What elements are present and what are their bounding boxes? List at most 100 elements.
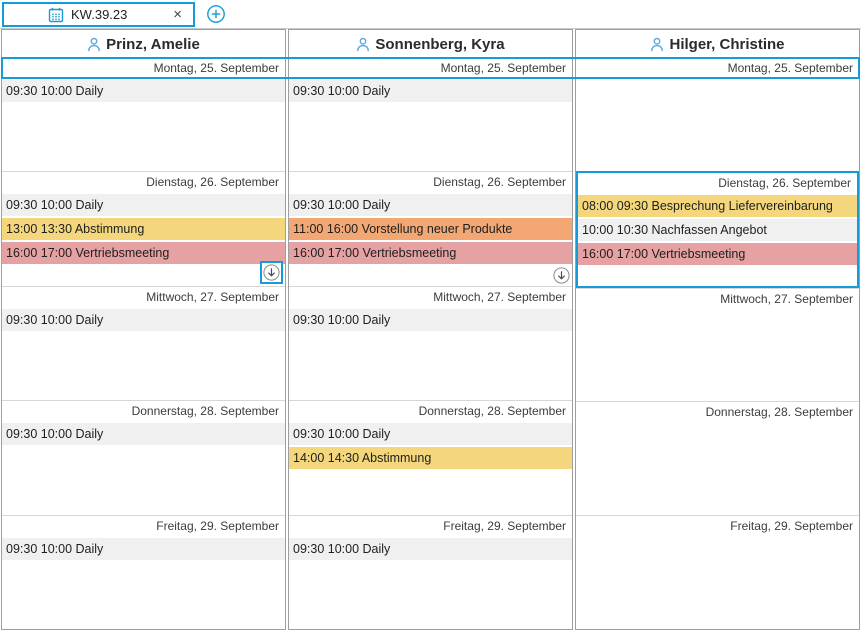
day-section[interactable]: Donnerstag, 28. September [576,401,859,515]
appointment[interactable]: 10:00 10:30 Nachfassen Angebot [578,219,857,241]
day-section[interactable]: Donnerstag, 28. September 09:30 10:00 Da… [289,400,572,514]
person-column: Sonnenberg, Kyra Montag, 25. September 0… [288,29,573,630]
add-tab-button[interactable] [206,4,226,24]
appointment[interactable]: 09:30 10:00 Daily [2,538,285,560]
day-header[interactable]: Mittwoch, 27. September [2,287,285,308]
appointment[interactable]: 09:30 10:00 Daily [289,194,572,216]
close-icon[interactable]: × [173,7,182,22]
person-column: Prinz, Amelie Montag, 25. September 09:3… [1,29,286,630]
event-list [576,310,859,311]
day-header[interactable]: Dienstag, 26. September [2,172,285,193]
day-section[interactable]: Mittwoch, 27. September [576,288,859,402]
person-name: Prinz, Amelie [106,36,200,53]
person-column-header[interactable]: Prinz, Amelie [2,30,285,58]
event-list: 09:30 10:00 Daily [289,308,572,331]
appointment[interactable]: 14:00 14:30 Abstimmung [289,447,572,469]
day-list: Montag, 25. September Dienstag, 26. Sept… [576,58,859,629]
overflow-button-wrap [553,267,570,284]
day-label: Montag, 25. September [441,61,566,75]
person-column: Hilger, Christine Montag, 25. September … [575,29,860,630]
day-section[interactable]: Mittwoch, 27. September 09:30 10:00 Dail… [289,286,572,400]
day-header[interactable]: Dienstag, 26. September [289,172,572,193]
day-header[interactable]: Mittwoch, 27. September [289,287,572,308]
appointment[interactable]: 09:30 10:00 Daily [289,309,572,331]
day-section[interactable]: Freitag, 29. September [576,515,859,629]
day-label: Mittwoch, 27. September [720,292,853,306]
day-header[interactable]: Mittwoch, 27. September [576,289,859,310]
day-section[interactable]: Freitag, 29. September 09:30 10:00 Daily [289,515,572,629]
day-section[interactable]: Montag, 25. September 09:30 10:00 Daily [2,58,285,171]
day-header[interactable]: Freitag, 29. September [2,516,285,537]
appointment[interactable]: 16:00 17:00 Vertriebsmeeting [578,243,857,265]
person-column-header[interactable]: Sonnenberg, Kyra [289,30,572,58]
event-list: 09:30 10:00 Daily 11:00 16:00 Vorstellun… [289,193,572,264]
day-label: Mittwoch, 27. September [146,290,279,304]
day-section[interactable]: Mittwoch, 27. September 09:30 10:00 Dail… [2,286,285,400]
day-header[interactable]: Donnerstag, 28. September [576,402,859,423]
day-section[interactable]: Montag, 25. September 09:30 10:00 Daily [289,58,572,171]
day-label: Mittwoch, 27. September [433,290,566,304]
person-name: Hilger, Christine [669,36,784,53]
appointment[interactable]: 09:30 10:00 Daily [2,423,285,445]
event-list: 08:00 09:30 Besprechung Liefervereinbaru… [578,194,857,265]
day-label: Freitag, 29. September [443,519,566,533]
day-header[interactable]: Freitag, 29. September [289,516,572,537]
person-column-header[interactable]: Hilger, Christine [576,30,859,58]
event-list [576,79,859,80]
day-label: Dienstag, 26. September [718,176,851,190]
day-section[interactable]: Freitag, 29. September 09:30 10:00 Daily [2,515,285,629]
person-icon [650,37,664,52]
day-label: Montag, 25. September [154,61,279,75]
day-section[interactable]: Dienstag, 26. September 08:00 09:30 Besp… [576,171,859,288]
day-list: Montag, 25. September 09:30 10:00 Daily … [289,58,572,629]
event-list [576,423,859,424]
arrow-down-circle-icon [263,264,280,281]
day-section[interactable]: Dienstag, 26. September 09:30 10:00 Dail… [2,171,285,285]
scroll-down-button[interactable] [553,267,570,284]
day-header[interactable]: Donnerstag, 28. September [289,401,572,422]
arrow-down-circle-icon [553,267,570,284]
day-label: Donnerstag, 28. September [419,404,566,418]
event-list: 09:30 10:00 Daily 13:00 13:30 Abstimmung… [2,193,285,264]
event-list: 09:30 10:00 Daily [2,79,285,102]
day-header[interactable]: Montag, 25. September [2,58,285,79]
day-label: Freitag, 29. September [156,519,279,533]
day-label: Donnerstag, 28. September [706,405,853,419]
calendar-grid: Prinz, Amelie Montag, 25. September 09:3… [1,29,860,630]
event-list: 09:30 10:00 Daily 14:00 14:30 Abstimmung [289,422,572,469]
day-header[interactable]: Dienstag, 26. September [578,173,857,194]
overflow-button-wrap [260,261,283,284]
appointment[interactable]: 09:30 10:00 Daily [2,309,285,331]
day-label: Freitag, 29. September [730,519,853,533]
day-section[interactable]: Donnerstag, 28. September 09:30 10:00 Da… [2,400,285,514]
appointment[interactable]: 13:00 13:30 Abstimmung [2,218,285,240]
appointment[interactable]: 16:00 17:00 Vertriebsmeeting [289,242,572,264]
appointment[interactable]: 09:30 10:00 Daily [289,80,572,102]
appointment[interactable]: 08:00 09:30 Besprechung Liefervereinbaru… [578,195,857,217]
appointment[interactable]: 09:30 10:00 Daily [2,194,285,216]
day-header[interactable]: Montag, 25. September [289,58,572,79]
day-header[interactable]: Donnerstag, 28. September [2,401,285,422]
appointment[interactable]: 09:30 10:00 Daily [2,80,285,102]
day-section[interactable]: Montag, 25. September [576,58,859,171]
day-header[interactable]: Montag, 25. September [576,58,859,79]
scroll-down-button[interactable] [263,264,280,281]
person-name: Sonnenberg, Kyra [375,36,504,53]
day-list: Montag, 25. September 09:30 10:00 Daily … [2,58,285,629]
appointment[interactable]: 11:00 16:00 Vorstellung neuer Produkte [289,218,572,240]
appointment[interactable]: 16:00 17:00 Vertriebsmeeting [2,242,285,264]
calendar-week-tab[interactable]: KW.39.23 × [2,2,195,27]
event-list: 09:30 10:00 Daily [289,537,572,560]
day-label: Donnerstag, 28. September [132,404,279,418]
day-label: Dienstag, 26. September [146,175,279,189]
appointment[interactable]: 09:30 10:00 Daily [289,423,572,445]
person-icon [356,37,370,52]
event-list: 09:30 10:00 Daily [2,537,285,560]
day-header[interactable]: Freitag, 29. September [576,516,859,537]
appointment[interactable]: 09:30 10:00 Daily [289,538,572,560]
day-section[interactable]: Dienstag, 26. September 09:30 10:00 Dail… [289,171,572,285]
event-list: 09:30 10:00 Daily [2,308,285,331]
tab-bar: KW.39.23 × [0,0,861,29]
plus-circle-icon [206,4,226,24]
tab-label: KW.39.23 [71,7,127,22]
